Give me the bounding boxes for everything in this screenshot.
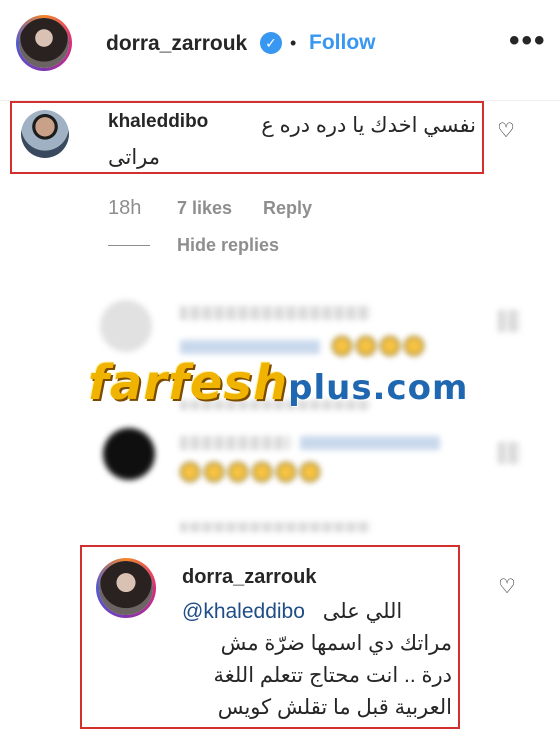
author-reply-line2: مراتك دي اسمها ضرّة مش	[220, 632, 452, 655]
author-reply-line3: درة .. انت محتاج تتعلم اللغة	[213, 664, 452, 687]
profile-avatar[interactable]	[16, 15, 72, 71]
reply2-emojis	[180, 462, 324, 487]
reply2-heart-pixelated	[498, 442, 520, 464]
reply-username-pixelated	[180, 306, 370, 320]
header-username[interactable]: dorra_zarrouk	[106, 32, 247, 56]
verified-icon: ✓	[260, 32, 282, 54]
reply-mention-pixelated	[180, 340, 320, 354]
reply2-meta-pixelated	[180, 522, 370, 532]
author-reply-username[interactable]: dorra_zarrouk	[182, 566, 317, 589]
replies-line	[108, 245, 150, 246]
author-reply-line1: @khaleddibo اللي على	[182, 596, 402, 628]
comment-text-line2: مراتى	[108, 146, 161, 169]
post-header: dorra_zarrouk ✓ • Follow •••	[0, 0, 560, 86]
separator-dot: •	[290, 33, 297, 53]
comment-likes[interactable]: 7 likes	[177, 198, 232, 219]
comment-text-line1: نفسي اخدك يا دره دره ع	[261, 114, 476, 137]
farfesh-watermark: farfeshplus.com	[88, 355, 469, 411]
comment-username[interactable]: khaleddibo	[108, 111, 208, 133]
hide-replies-button[interactable]: Hide replies	[177, 235, 279, 256]
author-reply-heart-icon[interactable]: ♡	[498, 574, 516, 599]
reply-heart-pixelated	[498, 310, 520, 332]
author-reply-line1-tail: اللي على	[322, 600, 403, 623]
commenter-avatar[interactable]	[21, 110, 69, 158]
author-reply-line4: العربية قبل ما تقلش كويس	[217, 696, 452, 719]
reply-button[interactable]: Reply	[263, 198, 312, 219]
mention-link[interactable]: @khaleddibo	[182, 600, 305, 623]
reply2-mention-pixelated	[300, 436, 440, 450]
reply-avatar-pixelated	[100, 300, 152, 352]
more-options-icon[interactable]: •••	[509, 24, 547, 58]
like-heart-icon[interactable]: ♡	[497, 118, 515, 143]
author-reply-avatar-photo	[99, 561, 153, 615]
author-reply-avatar[interactable]	[96, 558, 156, 618]
avatar-photo	[19, 18, 69, 68]
follow-button[interactable]: Follow	[309, 31, 376, 55]
reply2-username-pixelated	[180, 436, 290, 450]
comment-time: 18h	[108, 197, 142, 219]
reply2-avatar-pixelated	[103, 428, 155, 480]
